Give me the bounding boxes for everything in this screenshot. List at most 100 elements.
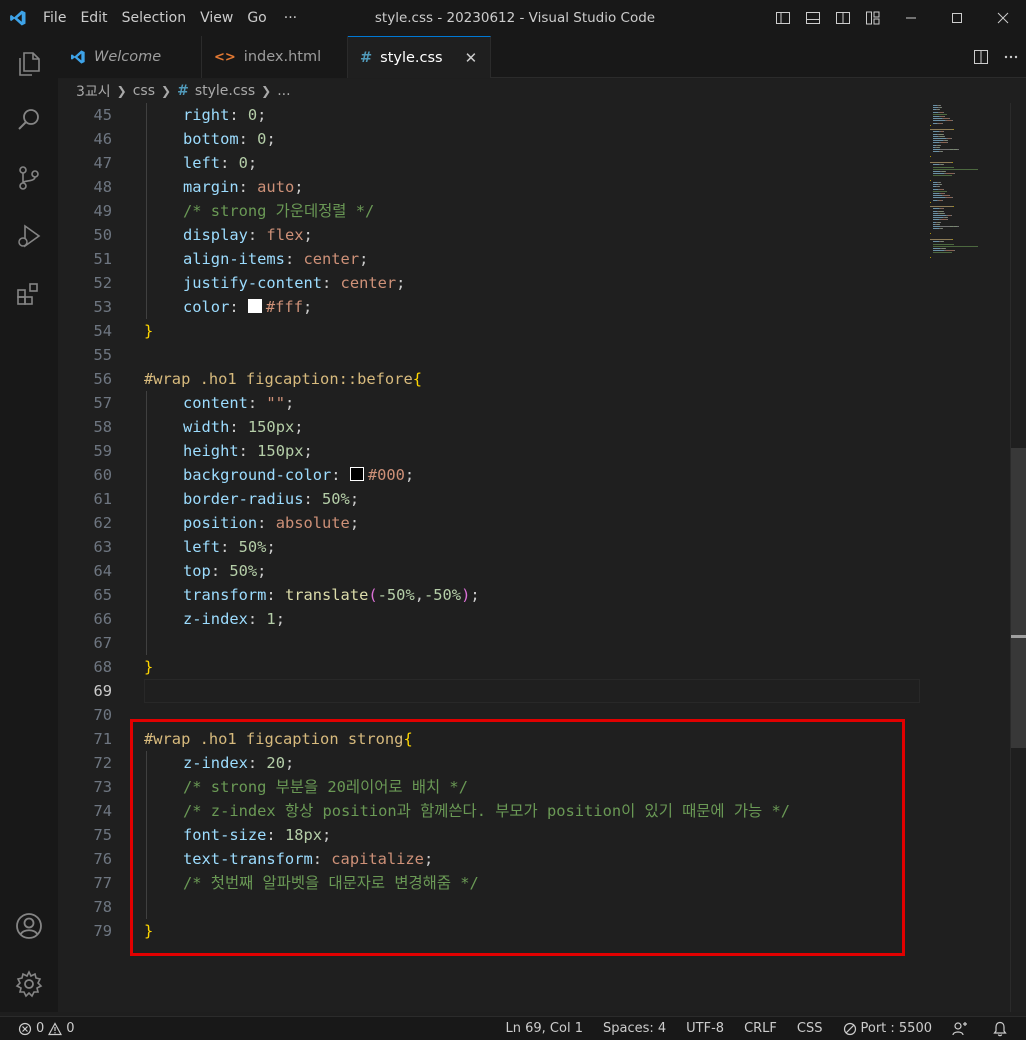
maximize-icon[interactable] xyxy=(934,0,980,36)
code-line[interactable]: 46 bottom: 0; xyxy=(58,127,920,151)
tab-welcome[interactable]: Welcome xyxy=(58,36,202,78)
manage-gear-icon[interactable] xyxy=(0,960,58,1008)
minimap-token xyxy=(930,232,931,234)
code-line[interactable]: 66 z-index: 1; xyxy=(58,607,920,631)
breadcrumb-subfolder[interactable]: css xyxy=(133,83,155,99)
color-swatch[interactable] xyxy=(349,467,364,481)
token-punc: : xyxy=(210,562,230,580)
minimap-token xyxy=(945,248,946,249)
code-line[interactable]: 49 /* strong 가운데정렬 */ xyxy=(58,199,920,223)
token-punc: : xyxy=(247,394,267,412)
minimap[interactable] xyxy=(926,103,1010,273)
token-prop: transform xyxy=(183,586,267,604)
feedback-icon[interactable] xyxy=(952,1021,972,1037)
code-line[interactable]: 69 xyxy=(58,679,920,703)
more-actions-icon[interactable] xyxy=(996,36,1026,78)
extensions-icon[interactable] xyxy=(0,270,58,318)
encoding[interactable]: UTF-8 xyxy=(686,1021,724,1036)
code-line[interactable]: 63 left: 50%; xyxy=(58,535,920,559)
code-line[interactable]: 61 border-radius: 50%; xyxy=(58,487,920,511)
cursor-position[interactable]: Ln 69, Col 1 xyxy=(506,1021,583,1036)
menu-edit[interactable]: Edit xyxy=(73,0,114,36)
close-icon[interactable]: ✕ xyxy=(465,49,478,67)
code-line[interactable]: 60 background-color: #000; xyxy=(58,463,920,487)
explorer-icon[interactable] xyxy=(0,40,58,88)
token-prop: margin xyxy=(183,178,239,196)
code-line[interactable]: 68} xyxy=(58,655,920,679)
toggle-secondary-sidebar-icon[interactable] xyxy=(828,0,858,36)
code-line[interactable]: 45 right: 0; xyxy=(58,103,920,127)
minimap-token xyxy=(952,239,953,241)
token-punc: ; xyxy=(470,586,480,604)
token-num: 50% xyxy=(229,562,258,580)
code-line[interactable]: 55 xyxy=(58,343,920,367)
code-line[interactable]: 64 top: 50%; xyxy=(58,559,920,583)
code-line[interactable]: 53 color: #fff; xyxy=(58,295,920,319)
notifications-bell-icon[interactable] xyxy=(992,1021,1012,1037)
run-debug-icon[interactable] xyxy=(0,212,58,260)
minimap-token xyxy=(943,210,944,212)
menu-file[interactable]: File xyxy=(36,0,73,36)
language-mode[interactable]: CSS xyxy=(797,1021,823,1036)
code-line[interactable]: 58 width: 150px; xyxy=(58,415,920,439)
minimap-token xyxy=(940,182,941,183)
code-editor[interactable]: 45 right: 0; 46 bottom: 0; 47 left: 0; 48 margi… xyxy=(58,103,1026,1012)
breadcrumb-folder[interactable]: 3교시 xyxy=(76,81,111,101)
code-line[interactable]: 48 margin: auto; xyxy=(58,175,920,199)
code-line[interactable]: 62 position: absolute; xyxy=(58,511,920,535)
code-line[interactable]: 52 justify-content: center; xyxy=(58,271,920,295)
token-punc: ; xyxy=(302,298,313,316)
vertical-scrollbar[interactable] xyxy=(1010,103,1026,1012)
token-punc: : xyxy=(331,466,350,484)
tab-label: style.css xyxy=(380,49,443,66)
tab-index-html[interactable]: <> index.html xyxy=(202,36,348,78)
token-prop: background-color xyxy=(183,466,332,484)
vscode-logo-icon[interactable] xyxy=(0,0,36,36)
minimap-token xyxy=(952,162,953,164)
line-number: 77 xyxy=(93,874,112,892)
breadcrumb-symbol[interactable]: ... xyxy=(277,83,290,99)
end-of-line[interactable]: CRLF xyxy=(744,1021,777,1036)
source-control-icon[interactable] xyxy=(0,154,58,202)
minimap-token xyxy=(942,151,943,153)
tab-style-css[interactable]: # style.css ✕ xyxy=(348,36,491,78)
token-punc: ; xyxy=(257,106,267,124)
scrollbar-thumb[interactable] xyxy=(1011,448,1026,748)
menu-view[interactable]: View xyxy=(193,0,240,36)
chevron-right-icon: ❯ xyxy=(161,84,172,98)
code-line[interactable]: 59 height: 150px; xyxy=(58,439,920,463)
close-window-icon[interactable] xyxy=(980,0,1026,36)
indent-guide xyxy=(146,127,147,151)
code-line[interactable]: 51 align-items: center; xyxy=(58,247,920,271)
live-server-port[interactable]: Port : 5500 xyxy=(843,1021,932,1036)
code-text: right: 0; xyxy=(183,103,266,127)
toggle-panel-icon[interactable] xyxy=(798,0,828,36)
breadcrumb-file[interactable]: style.css xyxy=(195,83,255,99)
minimize-icon[interactable] xyxy=(888,0,934,36)
code-line[interactable]: 65 transform: translate(-50%,-50%); xyxy=(58,583,920,607)
code-line[interactable]: 54} xyxy=(58,319,920,343)
line-number: 64 xyxy=(93,562,112,580)
customize-layout-icon[interactable] xyxy=(858,0,888,36)
code-text: /* strong 가운데정렬 */ xyxy=(183,199,374,223)
toggle-primary-sidebar-icon[interactable] xyxy=(768,0,798,36)
indent-guide xyxy=(146,247,147,271)
token-kw: absolute xyxy=(275,514,350,532)
minimap-token xyxy=(958,226,959,227)
accounts-icon[interactable] xyxy=(0,902,58,950)
search-icon[interactable] xyxy=(0,96,58,144)
menu-selection[interactable]: Selection xyxy=(115,0,194,36)
code-line[interactable]: 56 #wrap .ho1 figcaption::before{ xyxy=(58,367,920,391)
minimap-token xyxy=(933,195,942,197)
split-editor-icon[interactable] xyxy=(966,36,996,78)
problems-indicator[interactable]: 0 0 xyxy=(18,1021,75,1036)
code-text: margin: auto; xyxy=(183,175,304,199)
indentation[interactable]: Spaces: 4 xyxy=(603,1021,666,1036)
css-icon: # xyxy=(177,83,189,99)
code-line[interactable]: 67 xyxy=(58,631,920,655)
color-swatch[interactable] xyxy=(247,299,262,313)
code-line[interactable]: 50 display: flex; xyxy=(58,223,920,247)
code-line[interactable]: 57 content: ""; xyxy=(58,391,920,415)
code-line[interactable]: 47 left: 0; xyxy=(58,151,920,175)
menu-go[interactable]: Go xyxy=(240,0,273,36)
